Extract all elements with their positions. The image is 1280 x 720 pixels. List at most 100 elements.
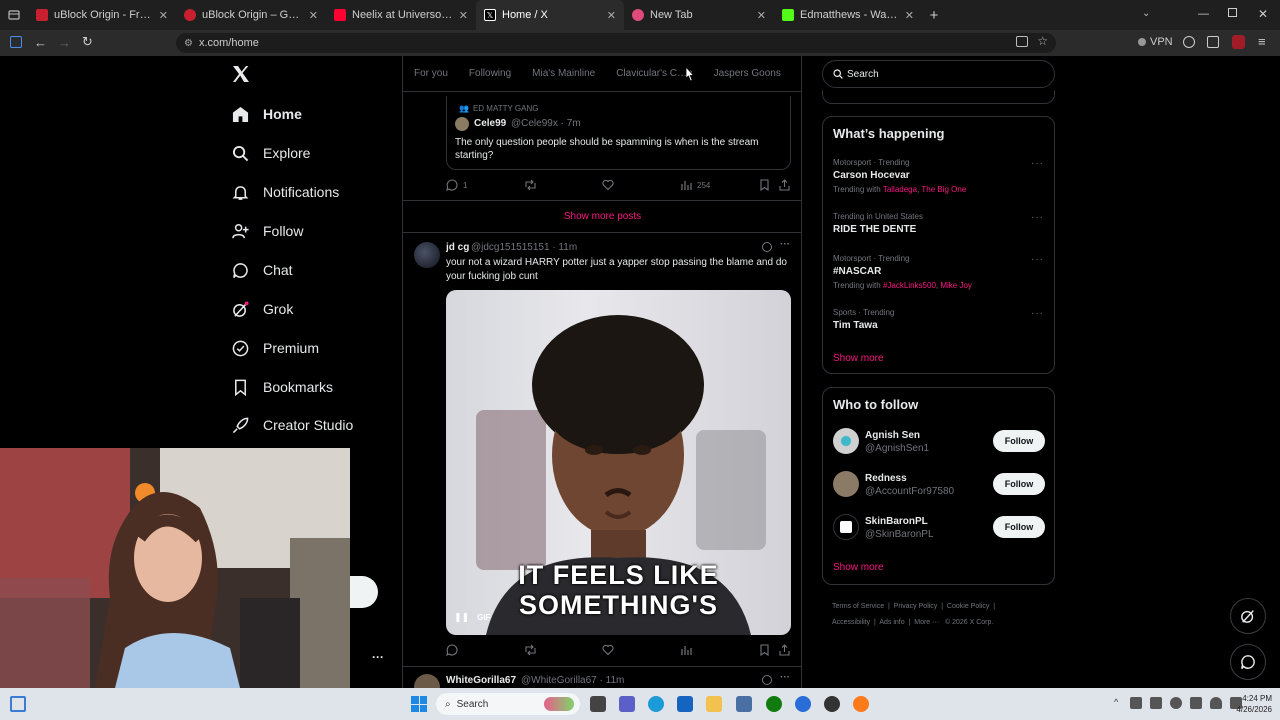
- trend-more-icon[interactable]: ···: [1031, 254, 1044, 265]
- bookmark-action[interactable]: [759, 644, 770, 656]
- close-tab-icon[interactable]: ✕: [757, 9, 766, 22]
- author-name[interactable]: WhiteGorilla67: [446, 675, 516, 686]
- post-more-icon[interactable]: ···: [780, 672, 790, 683]
- footer-link[interactable]: Ads info: [879, 619, 904, 626]
- tray-chevron-icon[interactable]: ^: [1114, 697, 1118, 707]
- tray-icons[interactable]: [1130, 697, 1242, 709]
- show-more-link[interactable]: Show more: [833, 562, 884, 573]
- avatar[interactable]: [833, 514, 859, 540]
- extensions-icon[interactable]: [1207, 36, 1219, 48]
- close-tab-icon[interactable]: ✕: [607, 9, 616, 22]
- tray-app-icon[interactable]: [1150, 697, 1162, 709]
- reply-action[interactable]: [446, 644, 458, 656]
- file-explorer-icon[interactable]: [706, 696, 722, 712]
- like-action[interactable]: [602, 644, 614, 656]
- vpn-button[interactable]: VPN: [1138, 36, 1173, 48]
- store-icon[interactable]: [677, 696, 693, 712]
- taskbar-search[interactable]: ⌕ Search: [436, 693, 580, 715]
- follow-suggestion[interactable]: Agnish Sen @AgnishSen1 Follow: [833, 428, 1045, 456]
- nav-item-grok[interactable]: Grok: [226, 295, 293, 323]
- author-name[interactable]: Cele99: [474, 118, 506, 129]
- quoted-post-card[interactable]: 👥 ED MATTY GANG Cele99 @Cele99x · 7m The…: [446, 96, 791, 170]
- post-avatar[interactable]: [414, 674, 440, 688]
- nav-item-creator-studio[interactable]: Creator Studio: [226, 411, 353, 439]
- grok-post-icon[interactable]: [762, 242, 772, 252]
- trend-more-icon[interactable]: ···: [1031, 212, 1044, 223]
- forward-icon[interactable]: →: [58, 35, 71, 50]
- wifi-icon[interactable]: [1210, 697, 1222, 709]
- footer-link[interactable]: Terms of Service: [832, 603, 884, 610]
- trend-link[interactable]: Talladega: [883, 185, 917, 194]
- bookmark-star-icon[interactable]: ☆: [1037, 34, 1048, 48]
- footer-link[interactable]: Cookie Policy: [947, 603, 989, 610]
- site-info-icon[interactable]: ⚙: [184, 38, 193, 49]
- views-action[interactable]: 254: [680, 179, 710, 191]
- post-more-icon[interactable]: ···: [780, 239, 790, 250]
- share-action[interactable]: [779, 179, 790, 191]
- nav-item-premium[interactable]: Premium: [226, 334, 319, 362]
- reply-action[interactable]: 1: [446, 179, 467, 191]
- browser-tab-active[interactable]: 𝕏 Home / X ✕: [476, 0, 624, 30]
- browser-tab[interactable]: Neelix at Universo Paralello - Yo ✕: [326, 0, 476, 30]
- follow-button[interactable]: Follow: [993, 430, 1045, 452]
- post-avatar[interactable]: [414, 242, 440, 268]
- footer-link[interactable]: Accessibility: [832, 619, 870, 626]
- more-options-icon[interactable]: ···: [372, 650, 384, 664]
- author-name[interactable]: jd cg: [446, 242, 469, 253]
- nav-item-explore[interactable]: Explore: [226, 139, 310, 167]
- back-icon[interactable]: ←: [34, 35, 47, 50]
- follow-button[interactable]: Follow: [993, 473, 1045, 495]
- network-app-icon[interactable]: [736, 696, 752, 712]
- display-icon[interactable]: [1190, 697, 1202, 709]
- footer-link[interactable]: Privacy Policy: [894, 603, 938, 610]
- start-button-icon[interactable]: [411, 696, 427, 712]
- grok-post-icon[interactable]: [762, 675, 772, 685]
- microphone-icon[interactable]: [1170, 697, 1182, 709]
- suggestion-name[interactable]: Agnish Sen: [865, 430, 920, 441]
- follow-suggestion[interactable]: Redness @AccountFor97580 Follow: [833, 471, 1045, 499]
- pause-icon[interactable]: ❚❚: [454, 612, 469, 623]
- trend-more-icon[interactable]: ···: [1031, 308, 1044, 319]
- views-action[interactable]: [680, 644, 692, 656]
- search-box[interactable]: Search: [822, 60, 1055, 88]
- trend-link[interactable]: #JackLinks500: [883, 281, 936, 290]
- trend-item[interactable]: Motorsport · Trending #NASCAR Trending w…: [833, 254, 1045, 290]
- share-action[interactable]: [779, 644, 790, 656]
- repost-action[interactable]: [524, 644, 537, 656]
- like-action[interactable]: [602, 179, 614, 191]
- menu-icon[interactable]: ≡: [1258, 34, 1266, 49]
- avatar[interactable]: [833, 428, 859, 454]
- browser-tab[interactable]: New Tab ✕: [624, 0, 774, 30]
- address-bar[interactable]: ⚙ x.com/home ☆: [176, 33, 1056, 53]
- tab-claviculars[interactable]: Clavicular's C…n: [616, 68, 692, 79]
- nav-item-follow[interactable]: Follow: [226, 217, 303, 245]
- tab-overview-icon[interactable]: [0, 0, 28, 30]
- search-input[interactable]: Search: [847, 69, 879, 80]
- suggestion-name[interactable]: Redness: [865, 473, 907, 484]
- grok-float-button[interactable]: [1230, 598, 1266, 634]
- firefox-icon[interactable]: [853, 696, 869, 712]
- messages-float-button[interactable]: [1230, 644, 1266, 680]
- task-view-icon[interactable]: [590, 696, 606, 712]
- repost-action[interactable]: [524, 179, 537, 191]
- teams-icon[interactable]: [619, 696, 635, 712]
- trend-item[interactable]: Motorsport · Trending Carson Hocevar Tre…: [833, 158, 1045, 194]
- browser-tab[interactable]: uBlock Origin - Free, open-sour ✕: [28, 0, 176, 30]
- show-more-posts-link[interactable]: Show more posts: [403, 211, 801, 222]
- tray-app-icon[interactable]: [1130, 697, 1142, 709]
- show-more-link[interactable]: Show more: [833, 353, 884, 364]
- tab-mias-mainline[interactable]: Mia's Mainline: [532, 68, 595, 79]
- follow-suggestion[interactable]: SkinBaronPL @SkinBaronPL Follow: [833, 514, 1045, 542]
- window-close-icon[interactable]: ✕: [1258, 7, 1268, 21]
- trend-link[interactable]: Mike Joy: [940, 281, 972, 290]
- new-tab-button[interactable]: +: [922, 7, 946, 24]
- nav-item-notifications[interactable]: Notifications: [226, 178, 339, 206]
- browser-tab[interactable]: uBlock Origin – Get this Extensi ✕: [176, 0, 326, 30]
- nav-item-bookmarks[interactable]: Bookmarks: [226, 373, 333, 401]
- widgets-icon[interactable]: [10, 696, 26, 712]
- nav-item-home[interactable]: Home: [226, 100, 302, 128]
- close-tab-icon[interactable]: ✕: [905, 9, 914, 22]
- reload-icon[interactable]: ↻: [82, 34, 93, 50]
- trend-item[interactable]: Sports · Trending Tim Tawa: [833, 308, 1045, 331]
- bookmark-action[interactable]: [759, 179, 770, 191]
